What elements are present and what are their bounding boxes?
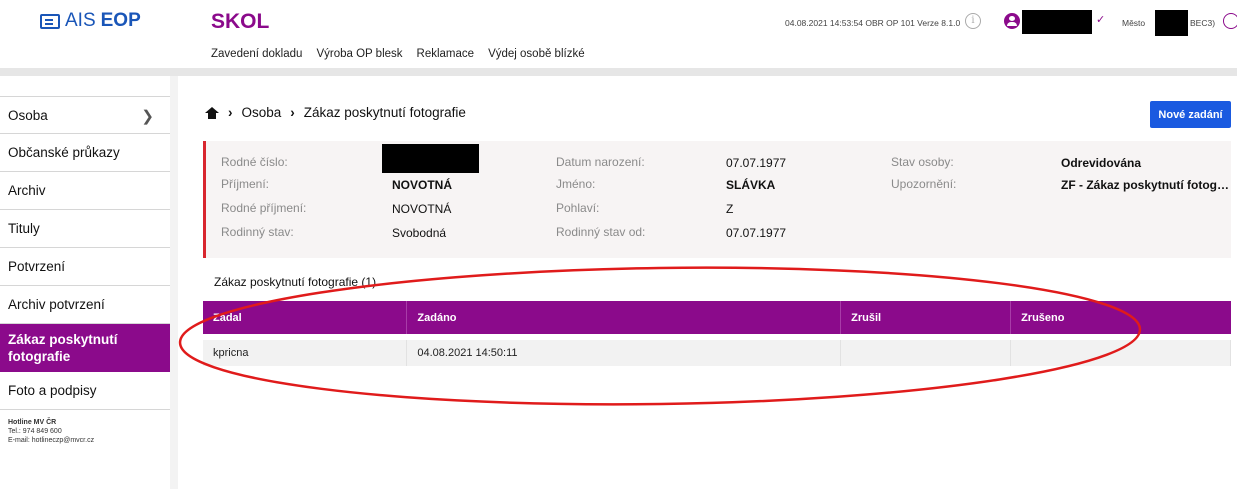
prijmeni-label: Příjmení: xyxy=(221,177,270,191)
hotline-phone: Tel.: 974 849 600 xyxy=(8,428,62,435)
sidebar-divider xyxy=(170,76,178,489)
rodinny-stav-od-label: Rodinný stav od: xyxy=(556,225,646,239)
sidebar-item-label: Zákaz poskytnutí fotografie xyxy=(8,331,118,364)
nav-vydej-osobe-blizke[interactable]: Výdej osobě blízké xyxy=(488,48,585,60)
logo-prefix: AIS xyxy=(65,10,96,31)
app-title: SKOL xyxy=(211,10,270,33)
table-row[interactable]: kpricna 04.08.2021 14:50:11 xyxy=(203,340,1231,366)
session-info: 04.08.2021 14:53:54 OBR OP 101 Verze 8.1… xyxy=(785,18,961,28)
cell-zadal: kpricna xyxy=(203,340,408,366)
chevron-down-icon[interactable]: ✓ xyxy=(1096,13,1105,26)
rodinny-stav-label: Rodinný stav: xyxy=(221,225,294,239)
sidebar-item-label: Archiv xyxy=(8,183,46,198)
cell-zruseno xyxy=(1010,340,1231,366)
sidebar-item-potvrzeni[interactable]: Potvrzení xyxy=(0,248,170,286)
nav-reklamace[interactable]: Reklamace xyxy=(417,48,475,60)
breadcrumb-current: Zákaz poskytnutí fotografie xyxy=(303,105,466,120)
nav-zavedeni-dokladu[interactable]: Zavedení dokladu xyxy=(211,48,302,60)
rodne-cislo-label: Rodné číslo: xyxy=(221,155,288,169)
ais-eop-logo[interactable]: AIS EOP xyxy=(40,10,141,32)
sidebar: Osoba ❯ Občanské průkazy Archiv Tituly P… xyxy=(0,96,170,445)
sidebar-item-foto-a-podpisy[interactable]: Foto a podpisy xyxy=(0,372,170,410)
header-divider xyxy=(0,68,1237,76)
sidebar-item-label: Archiv potvrzení xyxy=(8,297,105,312)
breadcrumb-osoba[interactable]: Osoba xyxy=(242,105,282,120)
redacted-rodne-cislo xyxy=(382,144,479,173)
info-icon[interactable]: i xyxy=(965,13,981,29)
logo-brand: EOP xyxy=(100,10,141,31)
app-root: AIS EOP SKOL Zavedení dokladu Výroba OP b… xyxy=(0,0,1237,489)
redacted-username xyxy=(1022,10,1092,34)
hotline-email[interactable]: E-mail: hotlineczp@mvcr.cz xyxy=(8,436,170,445)
jmeno-label: Jméno: xyxy=(556,177,596,191)
breadcrumb-separator-icon: › xyxy=(228,105,233,120)
id-card-icon xyxy=(40,13,60,29)
chevron-right-icon: ❯ xyxy=(141,108,154,125)
rodinny-stav-value: Svobodná xyxy=(392,226,447,240)
hotline-info: Hotline MV ČR Tel.: 974 849 600 E-mail: … xyxy=(0,410,170,445)
cell-zrusil xyxy=(840,340,1012,366)
jmeno-value: SLÁVKA xyxy=(726,178,776,192)
photo-ban-table: Zadal Zadáno Zrušil Zrušeno kpricna 04.0… xyxy=(203,301,1231,366)
city-code: BEC3) xyxy=(1190,18,1216,28)
cell-zadano: 04.08.2021 14:50:11 xyxy=(406,340,842,366)
new-entry-button[interactable]: Nové zadání xyxy=(1150,101,1231,128)
sidebar-item-label: Osoba xyxy=(8,107,48,123)
sidebar-item-label: Potvrzení xyxy=(8,259,66,274)
logout-icon[interactable] xyxy=(1223,13,1237,29)
column-header-zruseno[interactable]: Zrušeno xyxy=(1010,301,1231,334)
sidebar-item-zakaz-poskytnuti-fotografie[interactable]: Zákaz poskytnutí fotografie xyxy=(0,324,170,372)
table-header-row: Zadal Zadáno Zrušil Zrušeno xyxy=(203,301,1231,334)
prijmeni-value: NOVOTNÁ xyxy=(392,178,452,192)
sidebar-item-obcanske-prukazy[interactable]: Občanské průkazy xyxy=(0,134,170,172)
column-header-zrusil[interactable]: Zrušil xyxy=(840,301,1012,334)
sidebar-item-label: Tituly xyxy=(8,221,40,236)
redacted-city xyxy=(1155,10,1188,36)
rodne-prijmeni-value: NOVOTNÁ xyxy=(392,202,452,216)
upozorneni-value[interactable]: ZF - Zákaz poskytnutí fotog… xyxy=(1061,178,1229,192)
breadcrumb: › Osoba › Zákaz poskytnutí fotografie xyxy=(205,105,466,120)
stav-osoby-value: Odrevidována xyxy=(1061,156,1142,170)
home-icon[interactable] xyxy=(205,106,219,119)
rodne-prijmeni-label: Rodné příjmení: xyxy=(221,201,307,215)
user-icon[interactable] xyxy=(1004,13,1020,29)
column-header-zadano[interactable]: Zadáno xyxy=(406,301,842,334)
sidebar-item-osoba[interactable]: Osoba ❯ xyxy=(0,96,170,134)
upozorneni-label: Upozornění: xyxy=(891,177,957,191)
datum-narozeni-label: Datum narození: xyxy=(556,155,645,169)
city-label: Město xyxy=(1122,18,1146,28)
breadcrumb-separator-icon: › xyxy=(290,105,295,120)
sidebar-item-archiv-potvrzeni[interactable]: Archiv potvrzení xyxy=(0,286,170,324)
nav-vyroba-op-blesk[interactable]: Výroba OP blesk xyxy=(316,48,402,60)
hotline-title: Hotline MV ČR xyxy=(8,419,57,426)
sidebar-item-archiv[interactable]: Archiv xyxy=(0,172,170,210)
stav-osoby-label: Stav osoby: xyxy=(891,155,954,169)
pohlavi-label: Pohlaví: xyxy=(556,201,600,215)
sidebar-item-label: Občanské průkazy xyxy=(8,145,120,160)
sidebar-item-tituly[interactable]: Tituly xyxy=(0,210,170,248)
datum-narozeni-value: 07.07.1977 xyxy=(726,156,787,170)
top-header: AIS EOP SKOL Zavedení dokladu Výroba OP b… xyxy=(0,0,1237,68)
pohlavi-value: Z xyxy=(726,202,734,216)
top-nav: Zavedení dokladu Výroba OP blesk Reklama… xyxy=(211,48,585,60)
section-title: Zákaz poskytnutí fotografie (1) xyxy=(214,275,377,289)
rodinny-stav-od-value: 07.07.1977 xyxy=(726,226,787,240)
column-header-zadal[interactable]: Zadal xyxy=(203,301,408,334)
person-summary-card: Rodné číslo: Příjmení: NOVOTNÁ Rodné pří… xyxy=(203,141,1231,258)
sidebar-item-label: Foto a podpisy xyxy=(8,383,97,398)
